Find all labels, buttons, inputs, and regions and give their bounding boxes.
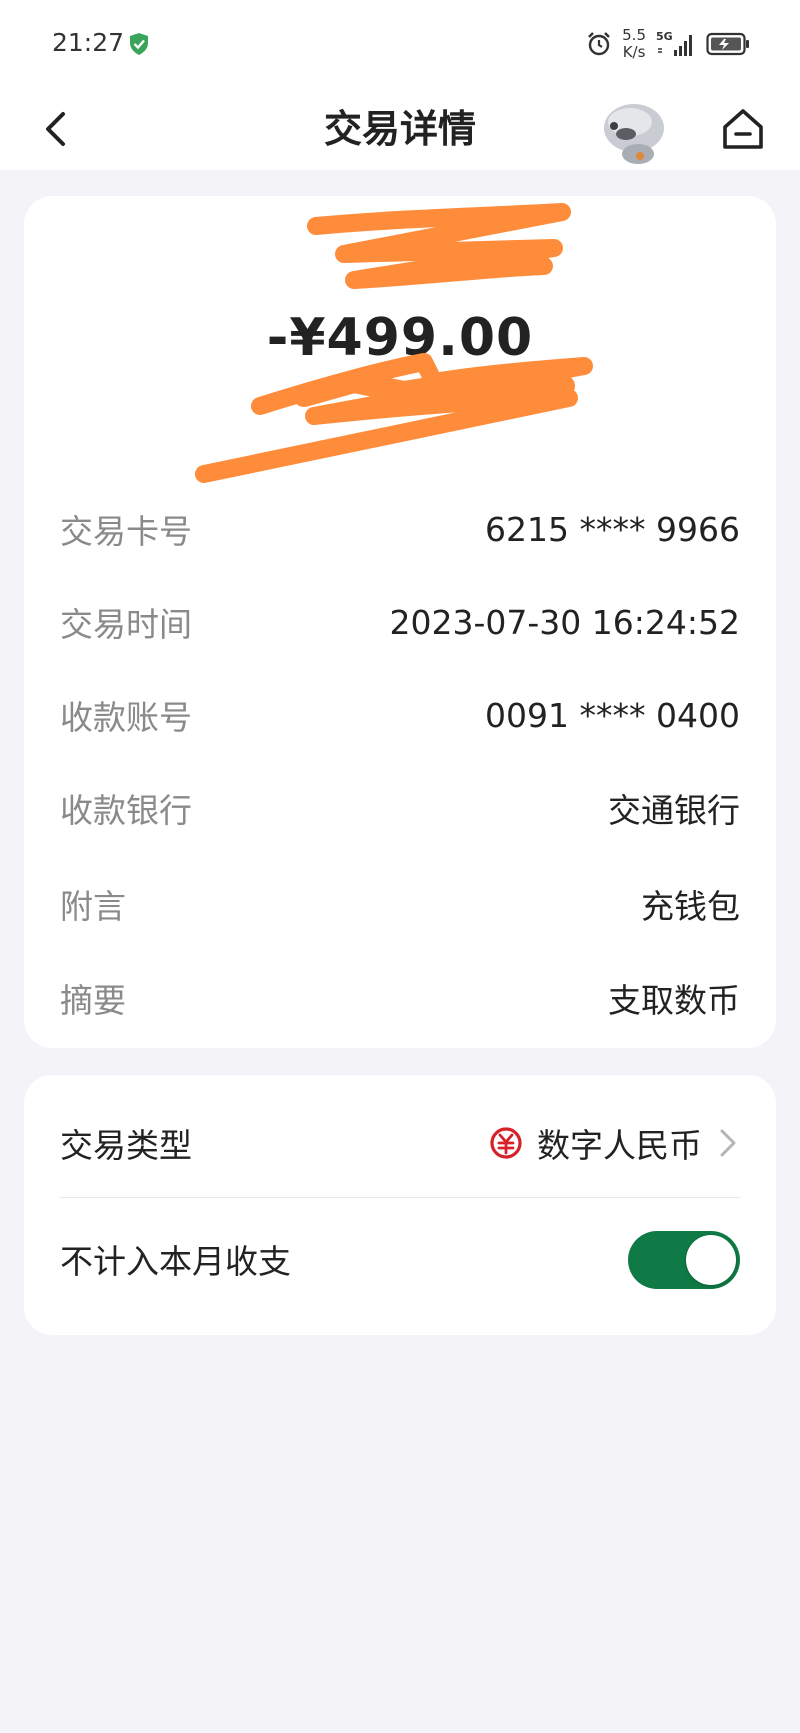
net-speed-value: 5.5 <box>622 26 646 44</box>
detail-value: 充钱包 <box>641 887 740 926</box>
status-icons: 5.5 K/s 5G <box>586 26 750 62</box>
redaction-scribble <box>195 203 593 483</box>
detail-value: 支取数币 <box>608 981 740 1020</box>
home-icon[interactable] <box>716 102 770 156</box>
mascot-avatar[interactable] <box>596 94 668 166</box>
type-value: 数字人民币 <box>537 1126 702 1165</box>
transaction-card: -¥499.00 交易卡号 6215 **** 9966 交易时间 2023-0… <box>24 196 776 1048</box>
status-time: 21:27 <box>52 28 125 57</box>
page-title: 交易详情 <box>323 107 476 151</box>
signal-icon: 5G <box>656 30 696 58</box>
chevron-right-icon <box>720 1129 736 1157</box>
net-speed: 5.5 K/s <box>622 27 646 61</box>
exclude-toggle[interactable] <box>628 1231 740 1289</box>
detail-label: 收款账号 <box>60 698 192 737</box>
digital-rmb-icon <box>490 1127 522 1159</box>
status-bar: 21:27 5.5 K/s 5G <box>0 0 800 88</box>
detail-value: 交通银行 <box>608 791 740 830</box>
detail-label: 交易卡号 <box>60 512 192 551</box>
nav-bar: 交易详情 <box>0 88 800 170</box>
net-speed-unit: K/s <box>622 43 646 61</box>
detail-label: 摘要 <box>60 981 126 1020</box>
alarm-icon <box>588 32 610 56</box>
security-shield-icon <box>130 33 148 55</box>
type-label: 交易类型 <box>60 1126 192 1165</box>
detail-row-time: 交易时间 2023-07-30 16:24:52 <box>60 597 740 647</box>
detail-value: 0091 **** 0400 <box>485 695 740 735</box>
exclude-label: 不计入本月收支 <box>60 1242 291 1281</box>
detail-label: 附言 <box>60 887 126 926</box>
battery-charging-icon <box>706 32 749 56</box>
detail-row-summary: 摘要 支取数币 <box>60 973 740 1023</box>
detail-row-card-number: 交易卡号 6215 **** 9966 <box>60 504 740 554</box>
detail-row-payee-bank: 收款银行 交通银行 <box>60 783 740 833</box>
type-value-group: 数字人民币 <box>489 1119 740 1167</box>
detail-label: 交易时间 <box>60 605 192 644</box>
detail-value: 2023-07-30 16:24:52 <box>389 602 740 642</box>
divider <box>60 1197 740 1198</box>
detail-value: 6215 **** 9966 <box>485 509 740 549</box>
detail-row-payee-account: 收款账号 0091 **** 0400 <box>60 690 740 740</box>
transaction-type-card-body: 交易类型 数字人民币 不计入本月收支 <box>24 1075 776 1335</box>
toggle-knob <box>686 1235 736 1285</box>
transaction-type-row[interactable]: 交易类型 数字人民币 <box>60 1113 740 1173</box>
exclude-row: 不计入本月收支 <box>60 1229 616 1289</box>
detail-label: 收款银行 <box>60 791 192 830</box>
detail-row-remark: 附言 充钱包 <box>60 879 740 929</box>
